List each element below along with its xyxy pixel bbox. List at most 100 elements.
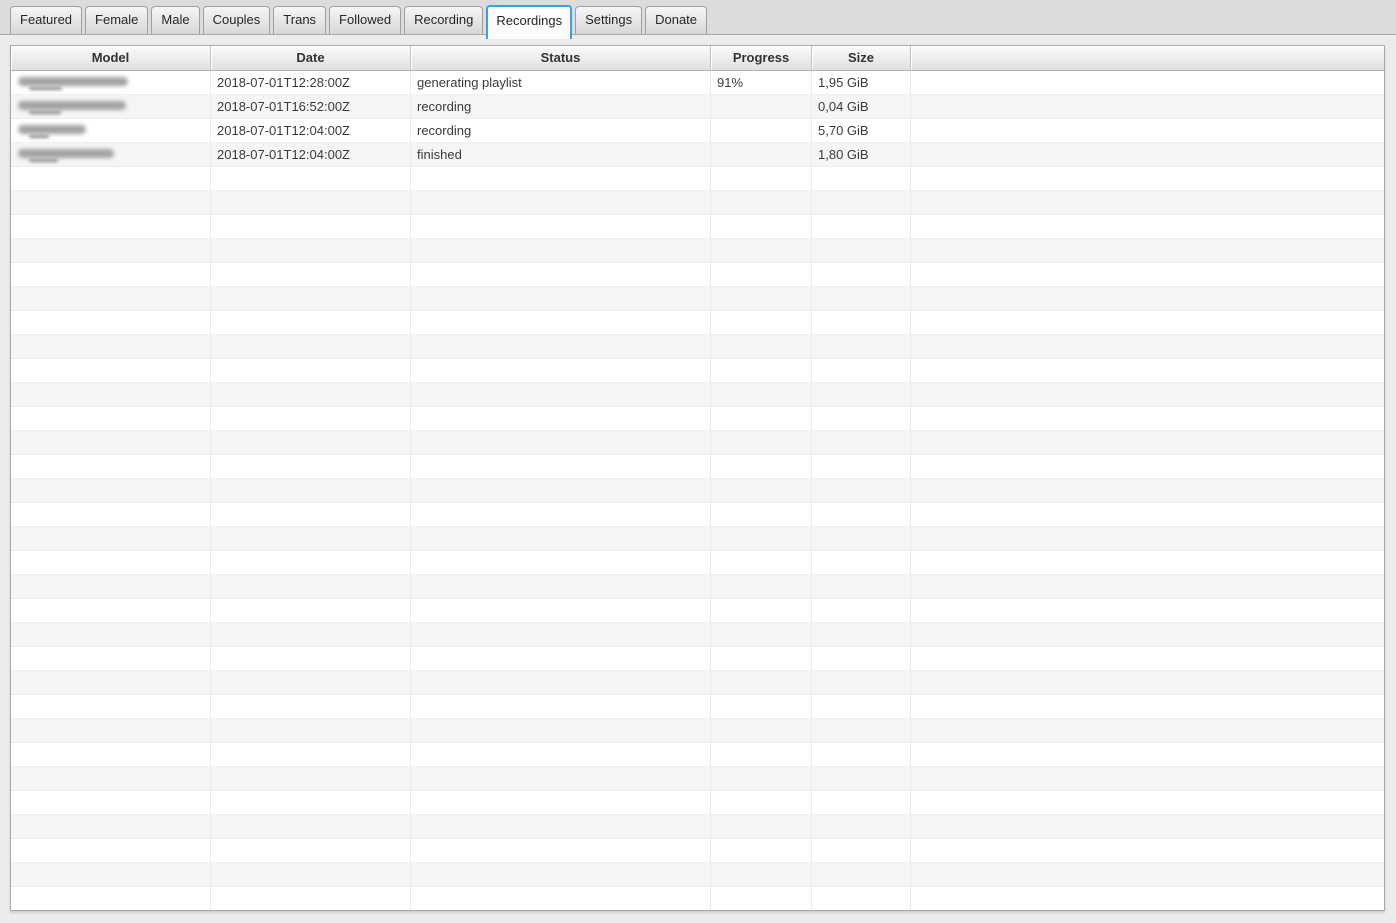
tab-couples[interactable]: Couples (202, 6, 271, 34)
cell-model (11, 143, 211, 166)
cell-empty (11, 671, 211, 694)
cell-filler (911, 671, 1384, 694)
cell-empty (11, 551, 211, 574)
recording-row[interactable]: 2018-07-01T12:04:00Z finished 1,80 GiB (11, 143, 1384, 167)
column-header-filler[interactable] (911, 46, 1384, 71)
cell-filler (911, 791, 1384, 814)
tab-featured[interactable]: Featured (10, 6, 83, 34)
cell-empty (211, 887, 411, 910)
empty-row (11, 359, 1384, 383)
cell-filler (911, 215, 1384, 238)
cell-filler (911, 623, 1384, 646)
tab-trans[interactable]: Trans (273, 6, 327, 34)
cell-size: 5,70 GiB (812, 119, 911, 142)
empty-row (11, 647, 1384, 671)
recording-row[interactable]: 2018-07-01T12:04:00Z recording 5,70 GiB (11, 119, 1384, 143)
tab-bar: Featured Female Male Couples Trans Followed Re… (0, 0, 1396, 39)
cell-empty (211, 383, 411, 406)
cell-empty (11, 791, 211, 814)
cell-empty (411, 791, 711, 814)
cell-empty (812, 719, 911, 742)
column-header-status[interactable]: Status (411, 46, 711, 71)
empty-row (11, 551, 1384, 575)
cell-filler (911, 191, 1384, 214)
cell-empty (211, 599, 411, 622)
empty-row (11, 503, 1384, 527)
cell-status: generating playlist (411, 71, 711, 94)
empty-row (11, 335, 1384, 359)
cell-empty (211, 335, 411, 358)
cell-empty (812, 695, 911, 718)
cell-progress: 91% (711, 71, 812, 94)
empty-row (11, 791, 1384, 815)
tab-male[interactable]: Male (151, 6, 200, 34)
cell-empty (711, 263, 812, 286)
cell-empty (411, 239, 711, 262)
recording-row[interactable]: 2018-07-01T16:52:00Z recording 0,04 GiB (11, 95, 1384, 119)
cell-filler (911, 143, 1384, 166)
empty-row (11, 167, 1384, 191)
cell-empty (211, 551, 411, 574)
cell-empty (812, 647, 911, 670)
cell-empty (711, 887, 812, 910)
cell-empty (11, 383, 211, 406)
table-body: 2018-07-01T12:28:00Z generating playlist 9… (11, 71, 1384, 910)
cell-date: 2018-07-01T12:04:00Z (211, 119, 411, 142)
cell-empty (11, 455, 211, 478)
column-header-size[interactable]: Size (812, 46, 911, 71)
cell-empty (411, 527, 711, 550)
column-header-progress[interactable]: Progress (711, 46, 812, 71)
cell-empty (812, 623, 911, 646)
cell-empty (211, 407, 411, 430)
empty-row (11, 719, 1384, 743)
empty-row (11, 191, 1384, 215)
cell-empty (711, 383, 812, 406)
cell-empty (711, 743, 812, 766)
cell-date: 2018-07-01T12:04:00Z (211, 143, 411, 166)
tab-settings[interactable]: Settings (575, 6, 643, 34)
cell-empty (812, 479, 911, 502)
empty-row (11, 455, 1384, 479)
cell-empty (11, 167, 211, 190)
cell-empty (11, 527, 211, 550)
tab-female[interactable]: Female (85, 6, 149, 34)
cell-empty (411, 863, 711, 886)
cell-empty (812, 599, 911, 622)
cell-empty (812, 335, 911, 358)
cell-empty (411, 383, 711, 406)
recording-row[interactable]: 2018-07-01T12:28:00Z generating playlist 9… (11, 71, 1384, 95)
cell-empty (711, 695, 812, 718)
tab-followed[interactable]: Followed (329, 6, 402, 34)
cell-empty (812, 743, 911, 766)
cell-filler (911, 695, 1384, 718)
cell-empty (211, 575, 411, 598)
cell-empty (812, 383, 911, 406)
cell-filler (911, 503, 1384, 526)
column-header-date[interactable]: Date (211, 46, 411, 71)
cell-empty (812, 431, 911, 454)
cell-filler (911, 263, 1384, 286)
cell-empty (812, 551, 911, 574)
cell-status: finished (411, 143, 711, 166)
cell-filler (911, 719, 1384, 742)
cell-empty (812, 503, 911, 526)
empty-row (11, 767, 1384, 791)
cell-empty (11, 311, 211, 334)
cell-model (11, 119, 211, 142)
empty-row (11, 527, 1384, 551)
cell-empty (211, 647, 411, 670)
cell-empty (812, 263, 911, 286)
cell-empty (711, 815, 812, 838)
empty-row (11, 695, 1384, 719)
cell-empty (411, 167, 711, 190)
tab-recording[interactable]: Recording (404, 6, 484, 34)
cell-empty (411, 695, 711, 718)
tab-recordings[interactable]: Recordings (486, 5, 573, 39)
cell-filler (911, 95, 1384, 118)
tab-donate[interactable]: Donate (645, 6, 708, 34)
cell-empty (711, 287, 812, 310)
cell-empty (211, 215, 411, 238)
cell-filler (911, 287, 1384, 310)
column-header-model[interactable]: Model (11, 46, 211, 71)
cell-empty (211, 287, 411, 310)
